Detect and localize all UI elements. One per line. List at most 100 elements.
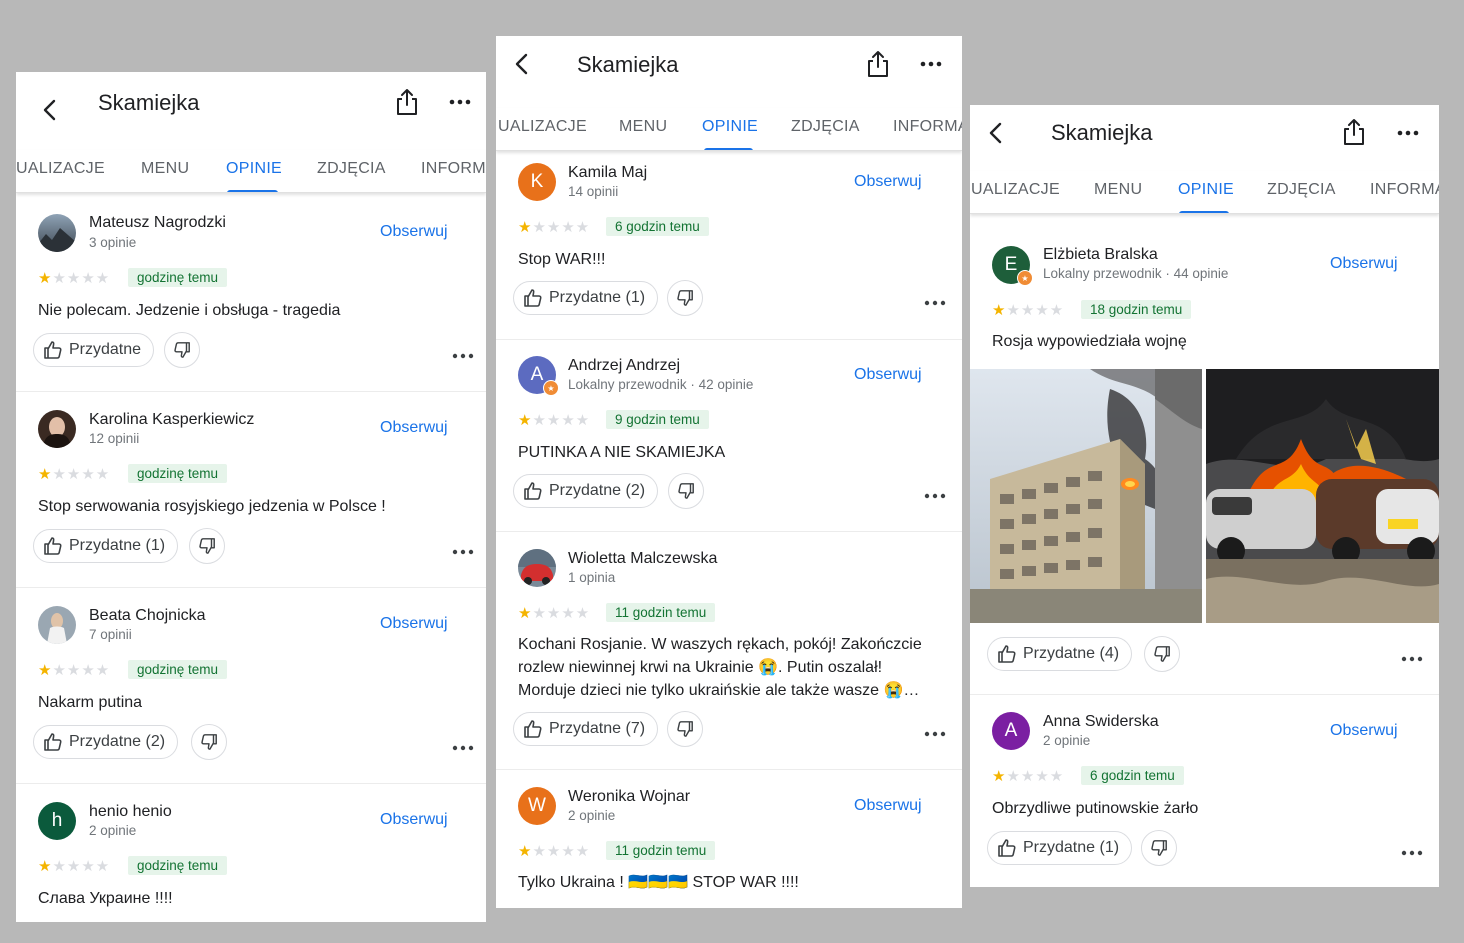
avatar-initial: A: [530, 364, 544, 385]
review-more-icon[interactable]: [452, 543, 474, 555]
reviewer-name[interactable]: Anna Swiderska: [1043, 713, 1159, 731]
review-more-icon[interactable]: [1401, 650, 1423, 662]
back-arrow-icon[interactable]: [984, 121, 1008, 145]
review-card: h henio henio 2 opinie Obserwuj ★★★★★ go…: [16, 783, 486, 922]
tab-info[interactable]: INFORMA: [421, 160, 486, 178]
review-photo-burning-building[interactable]: [970, 369, 1202, 623]
tab-photos[interactable]: ZDJĘCIA: [791, 118, 860, 136]
tab-reviews[interactable]: OPINIE: [226, 160, 282, 178]
avatar[interactable]: [38, 410, 76, 448]
review-text: Stop serwowania rosyjskiego jedzenia w P…: [38, 498, 386, 515]
follow-button[interactable]: Obserwuj: [1330, 255, 1398, 273]
helpful-button[interactable]: Przydatne (2): [513, 474, 659, 508]
review-more-icon[interactable]: [924, 487, 946, 499]
tab-info[interactable]: INFORMA: [1370, 181, 1439, 199]
avatar[interactable]: W: [518, 787, 556, 825]
review-more-icon[interactable]: [924, 294, 946, 306]
review-time-badge: 11 godzin temu: [606, 841, 716, 860]
active-tab-indicator: [227, 190, 278, 192]
avatar[interactable]: h: [38, 802, 76, 840]
review-time-badge: godzinę temu: [128, 660, 228, 679]
tab-photos[interactable]: ZDJĘCIA: [1267, 181, 1336, 199]
back-arrow-icon[interactable]: [510, 52, 534, 76]
tab-info[interactable]: INFORMA: [893, 118, 962, 136]
helpful-button[interactable]: Przydatne (2): [33, 725, 179, 759]
follow-button[interactable]: Obserwuj: [854, 173, 922, 191]
reviewer-name[interactable]: Beata Chojnicka: [89, 607, 206, 625]
reviewer-name[interactable]: Karolina Kasperkiewicz: [89, 411, 254, 429]
thumb-down-button[interactable]: [189, 528, 225, 564]
review-photo-burning-cars[interactable]: [1206, 369, 1439, 623]
avatar[interactable]: K: [518, 163, 556, 201]
tab-photos[interactable]: ZDJĘCIA: [317, 160, 386, 178]
review-more-icon[interactable]: [452, 739, 474, 751]
reviewer-name[interactable]: Weronika Wojnar: [568, 788, 690, 806]
reviewer-name[interactable]: Wioletta Malczewska: [568, 550, 717, 568]
review-more-icon[interactable]: [1401, 844, 1423, 856]
thumb-down-button[interactable]: [1144, 636, 1180, 672]
helpful-button[interactable]: Przydatne (7): [513, 712, 659, 746]
follow-button[interactable]: Obserwuj: [380, 615, 448, 633]
avatar-initial: E: [1004, 254, 1018, 275]
share-icon[interactable]: [394, 88, 420, 116]
helpful-button[interactable]: Przydatne (1): [33, 529, 179, 563]
avatar[interactable]: [38, 606, 76, 644]
follow-button[interactable]: Obserwuj: [854, 797, 922, 815]
helpful-label: Przydatne (7): [549, 720, 646, 737]
follow-button[interactable]: Obserwuj: [380, 223, 448, 241]
local-guide-badge-icon: ★: [543, 380, 559, 396]
helpful-button[interactable]: Przydatne (1): [987, 831, 1133, 865]
helpful-button[interactable]: Przydatne: [33, 333, 155, 367]
thumb-down-button[interactable]: [1141, 830, 1177, 866]
page-title: Skamiejka: [577, 52, 679, 77]
share-icon[interactable]: [865, 50, 891, 78]
helpful-label: Przydatne (2): [549, 482, 646, 499]
reviewer-review-count: 2 opinie: [1043, 733, 1091, 748]
tab-updates[interactable]: UALIZACJE: [498, 118, 587, 136]
thumb-down-button[interactable]: [191, 724, 227, 760]
star-rating: ★★★★★: [992, 768, 1065, 785]
reviewer-name[interactable]: henio henio: [89, 803, 172, 821]
review-more-icon[interactable]: [924, 725, 946, 737]
thumb-up-icon: [44, 733, 62, 751]
follow-button[interactable]: Obserwuj: [380, 811, 448, 829]
reviewer-name[interactable]: Elżbieta Bralska: [1043, 246, 1158, 264]
active-tab-indicator: [1179, 211, 1229, 213]
thumb-down-button[interactable]: [164, 332, 200, 368]
helpful-button[interactable]: Przydatne (4): [987, 637, 1133, 671]
reviewer-name[interactable]: Kamila Maj: [568, 164, 647, 182]
reviewer-name[interactable]: Andrzej Andrzej: [568, 357, 680, 375]
more-options-icon[interactable]: [448, 96, 472, 108]
avatar[interactable]: [38, 214, 76, 252]
helpful-button[interactable]: Przydatne (1): [513, 281, 659, 315]
follow-button[interactable]: Obserwuj: [380, 419, 448, 437]
review-text: Nakarm putina: [38, 694, 143, 711]
thumb-down-button[interactable]: [667, 280, 703, 316]
tab-reviews[interactable]: OPINIE: [702, 118, 758, 136]
thumb-down-icon: [677, 721, 693, 737]
back-arrow-icon[interactable]: [38, 98, 62, 122]
follow-button[interactable]: Obserwuj: [1330, 722, 1398, 740]
more-options-icon[interactable]: [919, 58, 943, 70]
share-icon[interactable]: [1341, 118, 1367, 146]
tab-updates[interactable]: UALIZACJE: [971, 181, 1060, 199]
local-guide-badge-icon: ★: [1017, 270, 1033, 286]
follow-button[interactable]: Obserwuj: [854, 366, 922, 384]
review-more-icon[interactable]: [452, 347, 474, 359]
more-options-icon[interactable]: [1396, 127, 1420, 139]
tab-updates[interactable]: UALIZACJE: [16, 160, 105, 178]
avatar[interactable]: A: [992, 712, 1030, 750]
thumb-up-icon: [524, 482, 542, 500]
tab-menu[interactable]: MENU: [619, 118, 667, 136]
review-text: Stop WAR!!!: [518, 251, 606, 268]
tab-menu[interactable]: MENU: [1094, 181, 1142, 199]
tab-reviews[interactable]: OPINIE: [1178, 181, 1234, 199]
avatar[interactable]: A ★: [518, 356, 559, 396]
thumb-down-button[interactable]: [667, 711, 703, 747]
thumb-up-icon: [998, 839, 1016, 857]
thumb-down-button[interactable]: [668, 473, 704, 509]
reviewer-name[interactable]: Mateusz Nagrodzki: [89, 214, 226, 232]
tab-menu[interactable]: MENU: [141, 160, 189, 178]
avatar[interactable]: [518, 549, 556, 587]
avatar[interactable]: E ★: [992, 246, 1033, 286]
